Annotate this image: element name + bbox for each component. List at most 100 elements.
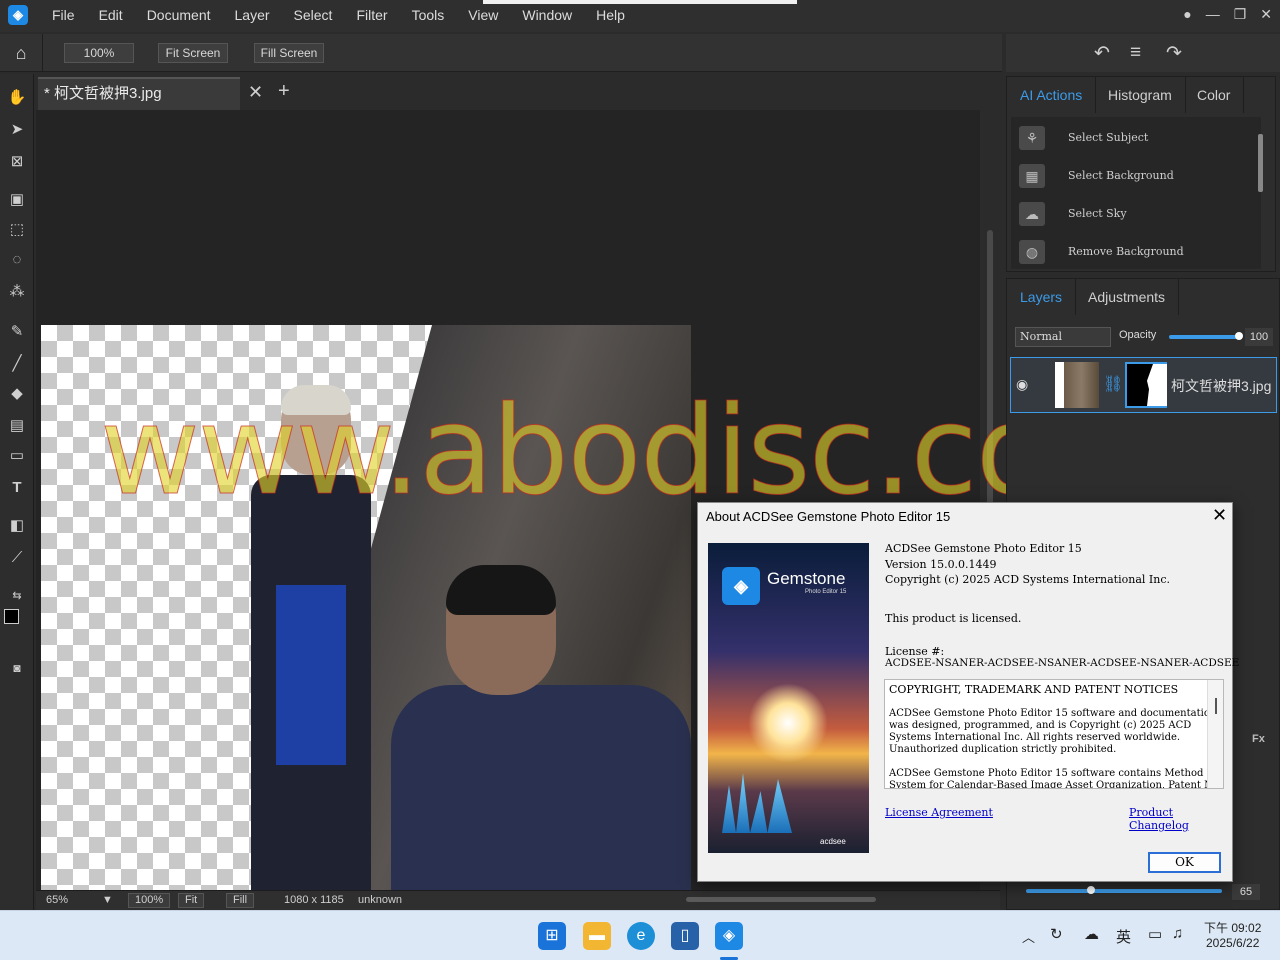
menu-tools[interactable]: Tools <box>400 0 457 32</box>
canvas-horizontal-scrollbar[interactable] <box>686 897 876 902</box>
history-list-icon[interactable]: ≡ <box>1130 42 1141 64</box>
home-icon[interactable]: ⌂ <box>10 42 32 64</box>
foreground-color-swatch[interactable] <box>4 609 19 624</box>
fill-tool-icon[interactable]: ◆ <box>7 384 27 404</box>
clone-tool-icon[interactable]: ⟋ <box>7 548 27 568</box>
layer-row[interactable]: ◉ ⛓ 柯文哲被押3.jpg <box>1010 357 1277 413</box>
close-window-icon[interactable]: ✕ <box>1260 6 1272 23</box>
status-fit-button[interactable]: Fit <box>178 893 205 908</box>
shape-tool-icon[interactable]: ▭ <box>7 446 27 466</box>
redo-icon[interactable]: ↷ <box>1166 42 1182 65</box>
account-icon[interactable]: ● <box>1183 6 1191 23</box>
menu-select[interactable]: Select <box>282 0 345 32</box>
license-agreement-link[interactable]: License Agreement <box>885 806 993 819</box>
zoom-level-field[interactable]: 100% <box>64 43 134 63</box>
menu-filter[interactable]: Filter <box>344 0 399 32</box>
restore-icon[interactable]: ❐ <box>1234 6 1247 23</box>
ai-action-select-sky[interactable]: ☁ Select Sky <box>1011 195 1261 233</box>
ai-action-label: Select Sky <box>1068 207 1127 220</box>
menu-window[interactable]: Window <box>510 0 584 32</box>
panel-bottom-slider[interactable] <box>1026 889 1222 893</box>
text-tool-icon[interactable]: T <box>7 478 27 498</box>
license-status: This product is licensed. <box>885 612 1022 625</box>
menu-document[interactable]: Document <box>135 0 223 32</box>
fx-button[interactable]: Fx <box>1252 733 1265 745</box>
link-icon[interactable]: ⛓ <box>1103 374 1123 394</box>
opacity-slider[interactable] <box>1169 335 1241 339</box>
swap-colors-icon[interactable]: ⇆ <box>7 586 27 606</box>
menu-help[interactable]: Help <box>584 0 637 32</box>
ai-action-label: Select Background <box>1068 169 1174 182</box>
menu-file[interactable]: File <box>40 0 87 32</box>
ai-action-remove-background[interactable]: ◍ Remove Background <box>1011 233 1261 271</box>
lasso-tool-icon[interactable]: ◌ <box>7 250 27 270</box>
panel-bottom-slider-value[interactable]: 65 <box>1232 884 1260 900</box>
window-controls: ● — ❐ ✕ <box>1183 6 1272 23</box>
file-explorer-icon[interactable]: ▬ <box>583 922 611 950</box>
ai-action-select-subject[interactable]: ⚘ Select Subject <box>1011 119 1261 157</box>
notices-scrollbar[interactable] <box>1207 680 1223 788</box>
dialog-close-icon[interactable]: ✕ <box>1212 505 1227 526</box>
select-sky-icon: ☁ <box>1019 202 1045 226</box>
clock-time[interactable]: 下午 09:02 <box>1204 919 1261 936</box>
ime-indicator[interactable]: 英 <box>1116 926 1131 947</box>
notices-textbox[interactable]: COPYRIGHT, TRADEMARK AND PATENT NOTICES … <box>884 679 1224 789</box>
select-background-icon: ▦ <box>1019 164 1045 188</box>
fill-screen-button[interactable]: Fill Screen <box>254 43 324 63</box>
status-fill-button[interactable]: Fill <box>226 893 255 908</box>
magic-wand-tool-icon[interactable]: ⁂ <box>7 282 27 302</box>
panel-bottom-slider-handle[interactable] <box>1087 886 1095 894</box>
move-tool-icon[interactable]: ➤ <box>7 120 27 140</box>
taskbar: ⊞ ▬ e ▯ ◈ ︿ ↻ ☁ 英 ▭ ♫ 下午 09:02 2025/6/22 <box>0 910 1280 960</box>
eyedropper-tool-icon[interactable]: ✎ <box>7 322 27 342</box>
fit-screen-button[interactable]: Fit Screen <box>158 43 228 63</box>
app-icon[interactable]: ▯ <box>671 922 699 950</box>
tab-adjustments[interactable]: Adjustments <box>1075 279 1180 315</box>
system-tray: ︿ ↻ ☁ 英 ▭ ♫ 下午 09:02 2025/6/22 <box>1010 911 1280 960</box>
tab-ai-actions[interactable]: AI Actions <box>1007 77 1097 113</box>
ok-button[interactable]: OK <box>1148 852 1221 873</box>
product-copyright: Copyright (c) 2025 ACD Systems Internati… <box>885 573 1170 586</box>
tab-color[interactable]: Color <box>1184 77 1245 113</box>
ai-select-tool-icon[interactable]: ▣ <box>7 190 27 210</box>
ai-action-select-background[interactable]: ▦ Select Background <box>1011 157 1261 195</box>
chevron-up-icon[interactable]: ︿ <box>1022 927 1035 946</box>
opacity-slider-handle[interactable] <box>1235 332 1243 340</box>
opacity-value[interactable]: 100 <box>1245 328 1273 346</box>
document-tab[interactable]: * 柯文哲被押3.jpg <box>38 77 240 110</box>
blend-mode-select[interactable]: Normal <box>1015 327 1111 347</box>
eye-icon[interactable]: ◉ <box>1016 376 1028 393</box>
tab-layers[interactable]: Layers <box>1007 279 1077 315</box>
menu-edit[interactable]: Edit <box>87 0 135 32</box>
minimize-icon[interactable]: — <box>1206 6 1220 23</box>
menu-layer[interactable]: Layer <box>223 0 282 32</box>
scrollbar-thumb[interactable] <box>1258 134 1263 192</box>
status-zoom[interactable]: 65% <box>46 894 68 906</box>
cloud-icon[interactable]: ☁ <box>1084 925 1099 943</box>
close-tab-icon[interactable]: ✕ <box>248 82 263 103</box>
clock-date[interactable]: 2025/6/22 <box>1206 936 1259 950</box>
eraser-tool-icon[interactable]: ◧ <box>7 516 27 536</box>
hand-tool-icon[interactable]: ✋ <box>7 88 27 108</box>
marquee-tool-icon[interactable]: ⬚ <box>7 220 27 240</box>
zoom-dropdown-icon[interactable]: ▼ <box>102 894 113 906</box>
undo-icon[interactable]: ↶ <box>1094 42 1110 65</box>
network-icon[interactable]: ▭ <box>1148 925 1162 943</box>
transform-tool-icon[interactable]: ⊠ <box>7 152 27 172</box>
edge-browser-icon[interactable]: e <box>627 922 655 950</box>
new-tab-icon[interactable]: + <box>278 80 290 103</box>
menu-view[interactable]: View <box>456 0 510 32</box>
sync-icon[interactable]: ↻ <box>1050 925 1063 943</box>
document-image[interactable] <box>41 325 691 890</box>
gradient-tool-icon[interactable]: ▤ <box>7 416 27 436</box>
ai-actions-scrollbar[interactable] <box>1256 120 1266 265</box>
start-icon[interactable]: ⊞ <box>538 922 566 950</box>
status-100-button[interactable]: 100% <box>128 893 171 908</box>
quick-mask-icon[interactable]: ◙ <box>7 658 27 678</box>
brush-tool-icon[interactable]: ╱ <box>7 354 27 374</box>
tab-histogram[interactable]: Histogram <box>1095 77 1186 113</box>
gemstone-taskbar-icon[interactable]: ◈ <box>715 922 743 950</box>
layer-mask-thumbnail[interactable] <box>1125 362 1167 408</box>
product-changelog-link[interactable]: Product Changelog <box>1129 806 1232 832</box>
volume-icon[interactable]: ♫ <box>1172 925 1183 942</box>
